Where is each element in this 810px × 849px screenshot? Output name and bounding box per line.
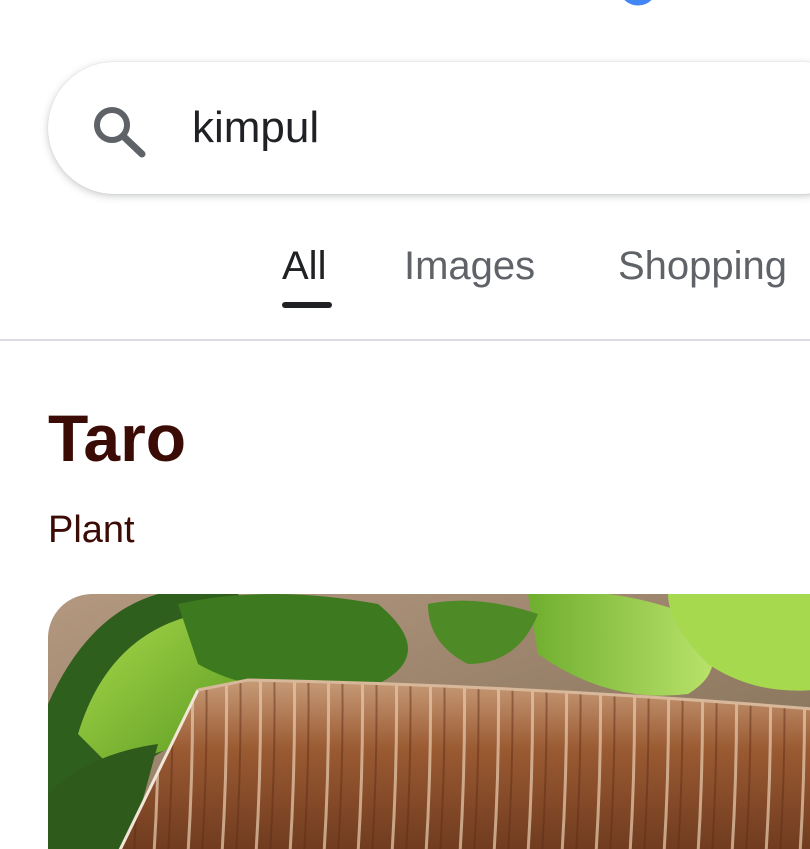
taro-root-photo-icon [48,594,810,849]
active-tab-indicator [282,302,332,308]
tab-images[interactable]: Images [404,238,535,294]
google-logo-fragment[interactable] [616,0,660,14]
tab-all[interactable]: All [282,238,326,294]
tab-shopping[interactable]: Shopping [618,238,787,294]
taro-image[interactable] [48,594,810,849]
search-tabs: All Images Shopping [0,238,810,314]
search-results-page: kimpul All Images Shopping Taro Plant [0,0,810,849]
search-icon[interactable] [90,104,148,158]
knowledge-panel-subtitle: Plant [48,509,135,551]
tabs-divider [0,339,810,341]
google-logo-icon [624,0,652,6]
search-input[interactable]: kimpul [192,98,319,158]
knowledge-panel-title: Taro [48,401,187,475]
search-box[interactable] [48,62,810,194]
